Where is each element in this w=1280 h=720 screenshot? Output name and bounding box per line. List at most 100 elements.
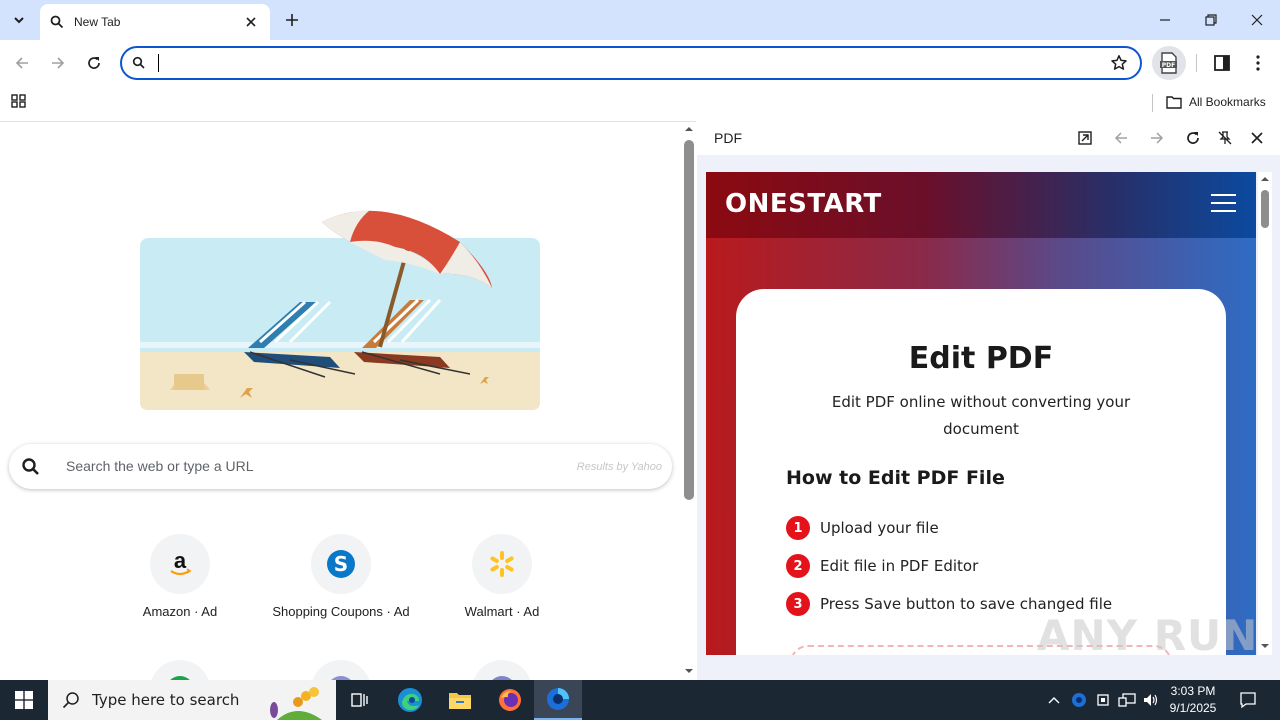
step-text: Upload your file bbox=[820, 519, 939, 537]
new-tab-page: Search the web or type a URL Results by … bbox=[0, 121, 696, 680]
step-item: 1 Upload your file bbox=[786, 516, 939, 540]
tray-volume[interactable] bbox=[1140, 680, 1162, 720]
new-tab-button[interactable] bbox=[280, 8, 304, 32]
walmart-icon bbox=[490, 551, 514, 577]
back-button[interactable] bbox=[10, 51, 34, 75]
side-panel-title: PDF bbox=[714, 130, 742, 146]
text-caret bbox=[158, 54, 159, 72]
pdf-extension-button[interactable]: PDF bbox=[1152, 46, 1186, 80]
howto-title: How to Edit PDF File bbox=[786, 467, 1005, 489]
shortcut-walmart[interactable]: Walmart · Ad bbox=[422, 534, 582, 619]
side-panel-icon bbox=[1214, 55, 1230, 71]
search-icon bbox=[22, 458, 39, 475]
shortcut-label: Walmart · Ad bbox=[464, 604, 540, 619]
windows-taskbar: Type here to search 3:03 PM 9/1/2025 bbox=[0, 680, 1280, 720]
shortcut-amazon[interactable]: a Amazon · Ad bbox=[100, 534, 260, 619]
taskbar-edge[interactable] bbox=[386, 680, 434, 720]
ntp-scroll-thumb[interactable] bbox=[684, 140, 694, 500]
card-heading: Edit PDF bbox=[908, 341, 1054, 376]
address-bar[interactable] bbox=[120, 46, 1142, 80]
edit-pdf-card: Edit PDF Edit PDF online without convert… bbox=[736, 289, 1226, 655]
step-number-badge: 3 bbox=[786, 592, 810, 616]
close-icon bbox=[246, 17, 256, 27]
tray-show-hidden-button[interactable] bbox=[1044, 680, 1064, 720]
clock-date: 9/1/2025 bbox=[1169, 701, 1217, 715]
close-window-button[interactable] bbox=[1234, 0, 1280, 40]
shortcut-partial[interactable] bbox=[311, 660, 371, 680]
restore-icon bbox=[1205, 14, 1217, 26]
side-panel-button[interactable] bbox=[1210, 51, 1234, 75]
side-panel-forward-button[interactable] bbox=[1146, 127, 1168, 149]
minimize-button[interactable] bbox=[1142, 0, 1188, 40]
all-bookmarks-label: All Bookmarks bbox=[1189, 95, 1266, 109]
arrow-left-icon bbox=[15, 57, 28, 69]
tab-new-tab[interactable]: New Tab bbox=[40, 4, 270, 40]
scroll-up-icon[interactable] bbox=[682, 124, 696, 134]
shortcut-partial[interactable] bbox=[472, 660, 532, 680]
card-subtitle: Edit PDF online without converting your … bbox=[831, 393, 1131, 438]
arrow-left-icon bbox=[1114, 132, 1127, 144]
pdf-extension-label: PDF bbox=[1162, 62, 1175, 69]
side-panel-reload-button[interactable] bbox=[1182, 127, 1204, 149]
scroll-down-icon[interactable] bbox=[682, 666, 696, 676]
taskbar-file-explorer[interactable] bbox=[436, 680, 484, 720]
tray-network[interactable] bbox=[1116, 680, 1138, 720]
device-icon bbox=[1097, 694, 1109, 706]
shortcut-walmart-icon-wrap bbox=[472, 534, 532, 594]
shortcut-label: Shopping Coupons · Ad bbox=[272, 604, 410, 619]
pdf-file-icon: PDF bbox=[1160, 52, 1177, 74]
side-panel-close-button[interactable] bbox=[1246, 127, 1268, 149]
side-panel-back-button[interactable] bbox=[1110, 127, 1132, 149]
side-panel-scrollbar[interactable] bbox=[1258, 172, 1272, 655]
scroll-down-icon[interactable] bbox=[1258, 641, 1272, 651]
search-provider-label: Results by Yahoo bbox=[576, 461, 662, 473]
task-view-button[interactable] bbox=[336, 680, 384, 720]
side-panel-scroll-thumb[interactable] bbox=[1261, 190, 1269, 228]
onestart-header: ONESTART bbox=[706, 172, 1256, 238]
scroll-up-icon[interactable] bbox=[1258, 174, 1272, 184]
side-panel-header: PDF bbox=[697, 121, 1280, 155]
reload-icon bbox=[88, 57, 100, 69]
action-center-button[interactable] bbox=[1234, 680, 1262, 720]
open-in-tab-button[interactable] bbox=[1074, 127, 1096, 149]
taskbar-clock[interactable]: 3:03 PM 9/1/2025 bbox=[1160, 683, 1226, 717]
bookmark-star-icon[interactable] bbox=[1110, 54, 1128, 72]
shortcut-partial[interactable] bbox=[150, 660, 210, 680]
tab-close-button[interactable] bbox=[242, 13, 260, 31]
taskbar-firefox[interactable] bbox=[486, 680, 534, 720]
search-icon bbox=[50, 15, 64, 29]
tab-search-button[interactable] bbox=[6, 7, 32, 33]
tray-onestart[interactable] bbox=[1068, 680, 1090, 720]
start-button[interactable] bbox=[0, 680, 48, 720]
bookmarks-divider bbox=[1152, 94, 1153, 112]
apps-button[interactable] bbox=[10, 92, 30, 112]
tab-strip: New Tab bbox=[0, 0, 1280, 40]
forward-button[interactable] bbox=[46, 51, 70, 75]
taskbar-search-box[interactable]: Type here to search bbox=[48, 680, 336, 720]
hamburger-menu-icon[interactable] bbox=[1211, 194, 1236, 214]
anyrun-watermark: ANY RUN bbox=[1037, 611, 1259, 660]
svg-text:S: S bbox=[334, 552, 348, 576]
unpin-button[interactable] bbox=[1214, 127, 1236, 149]
onestart-logo: ONESTART bbox=[725, 189, 882, 219]
restore-button[interactable] bbox=[1188, 0, 1234, 40]
taskbar-onestart-browser[interactable] bbox=[534, 680, 582, 720]
ntp-scrollbar[interactable] bbox=[682, 124, 696, 680]
address-input[interactable] bbox=[156, 53, 1096, 73]
network-icon bbox=[1118, 693, 1136, 707]
menu-button[interactable] bbox=[1246, 51, 1270, 75]
step-text: Edit file in PDF Editor bbox=[820, 557, 979, 575]
shortcut-coupons-icon-wrap: S bbox=[311, 534, 371, 594]
tray-network-drive[interactable] bbox=[1092, 680, 1114, 720]
taskbar-search-placeholder: Type here to search bbox=[92, 691, 240, 709]
arrow-right-icon bbox=[52, 57, 65, 69]
onestart-browser-icon bbox=[547, 688, 569, 710]
ntp-search-box[interactable]: Search the web or type a URL Results by … bbox=[9, 444, 672, 489]
all-bookmarks-button[interactable]: All Bookmarks bbox=[1166, 92, 1266, 112]
step-number-badge: 1 bbox=[786, 516, 810, 540]
clock-time: 3:03 PM bbox=[1170, 684, 1216, 698]
shortcut-label: Amazon · Ad bbox=[142, 604, 218, 619]
reload-button[interactable] bbox=[82, 51, 106, 75]
edge-icon bbox=[398, 688, 422, 712]
shortcut-shopping-coupons[interactable]: S Shopping Coupons · Ad bbox=[261, 534, 421, 619]
